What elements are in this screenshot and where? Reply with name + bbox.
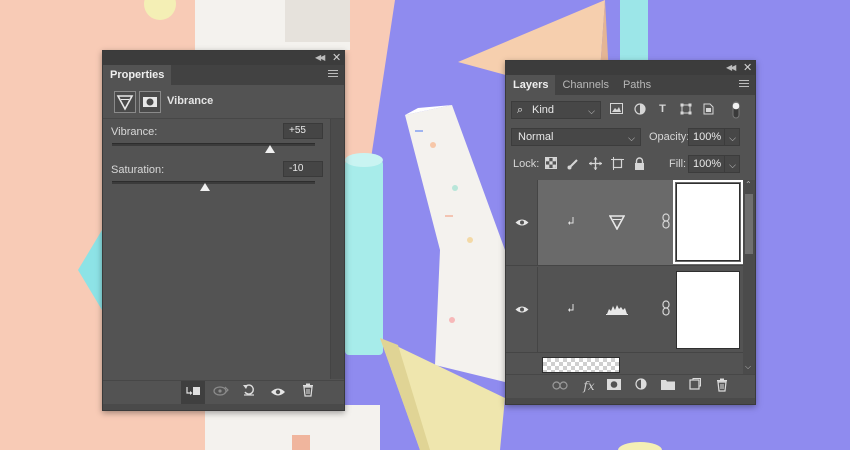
new-adjustment-layer-icon[interactable] [632, 378, 650, 394]
search-icon: ⌕ [517, 104, 524, 116]
layer-row-levels[interactable] [506, 267, 743, 353]
panel-resize-grip[interactable] [103, 404, 344, 410]
filter-adjustment-icon[interactable] [632, 103, 647, 116]
delete-icon[interactable] [296, 381, 320, 405]
collapse-panel-icon[interactable]: ◀◀ [726, 63, 736, 72]
opacity-value: 100% [693, 131, 722, 143]
properties-scrollbar[interactable] [330, 119, 344, 379]
layer-effects-icon[interactable]: fx [580, 378, 598, 394]
chevron-down-icon: ⌵ [628, 133, 635, 143]
chevron-down-icon: ⌵ [729, 133, 736, 143]
layer-visibility-toggle[interactable] [506, 354, 538, 374]
new-layer-icon[interactable] [686, 378, 704, 394]
tab-paths[interactable]: Paths [616, 75, 658, 95]
clipping-arrow-icon [568, 217, 576, 230]
delete-layer-icon[interactable] [713, 378, 731, 394]
opacity-dropdown[interactable]: ⌵ [724, 128, 740, 146]
new-group-icon[interactable] [659, 378, 677, 394]
eye-icon[interactable] [515, 305, 529, 314]
tab-channels[interactable]: Channels [555, 75, 615, 95]
panel-menu-icon[interactable] [328, 70, 338, 78]
layer-mask-thumbnail[interactable] [676, 271, 740, 349]
collapse-panel-icon[interactable]: ◀◀ [315, 53, 325, 62]
chain-link-icon[interactable] [662, 213, 670, 232]
layer-list [506, 180, 743, 374]
levels-layer-icon [606, 303, 628, 318]
saturation-slider-track[interactable] [112, 181, 315, 191]
panel-title-bar[interactable]: ◀◀ ✕ [506, 61, 755, 75]
lock-label: Lock: [513, 158, 540, 170]
lock-all-icon[interactable] [632, 157, 646, 171]
lock-row: Lock: Fill: 100% ⌵ [506, 155, 755, 175]
reset-icon[interactable] [237, 381, 261, 405]
vibrance-value-field[interactable]: +55 [283, 123, 323, 139]
tab-properties[interactable]: Properties [103, 65, 172, 85]
chevron-down-icon: ⌵ [729, 160, 736, 170]
layers-tabbar: Layers Channels Paths [506, 75, 755, 95]
add-mask-icon[interactable] [605, 378, 623, 394]
link-layers-icon[interactable] [551, 378, 569, 394]
vibrance-slider-thumb[interactable] [265, 145, 276, 153]
lock-image-pixels-icon[interactable] [566, 157, 580, 171]
layers-panel: ◀◀ ✕ Layers Channels Paths ⌕ Kind ⌵ T No… [505, 60, 756, 405]
fill-dropdown[interactable]: ⌵ [724, 155, 740, 173]
clipping-arrow-icon [568, 304, 576, 317]
fill-label: Fill: [669, 158, 687, 170]
layer-mask-icon[interactable] [139, 91, 161, 113]
visibility-icon[interactable] [266, 381, 290, 405]
filter-pixel-icon[interactable] [609, 103, 624, 116]
eye-icon[interactable] [515, 218, 529, 227]
properties-footer [103, 380, 344, 405]
view-previous-state-icon[interactable] [209, 381, 233, 405]
properties-panel: ◀◀ ✕ Properties Vibrance Vibrance: +55 S… [102, 50, 345, 411]
saturation-slider-thumb[interactable] [200, 183, 211, 191]
vibrance-layer-icon [608, 215, 626, 233]
opacity-label: Opacity: [649, 131, 690, 143]
layer-mask-thumbnail[interactable] [673, 180, 743, 264]
layer-thumbnail[interactable] [542, 357, 620, 373]
filter-kind-select[interactable]: ⌕ Kind ⌵ [511, 101, 601, 119]
layer-visibility-toggle[interactable] [506, 267, 538, 352]
layers-footer: fx [506, 374, 755, 396]
fill-value: 100% [693, 158, 722, 170]
blend-mode-select[interactable]: Normal ⌵ [511, 128, 641, 146]
panel-title-bar[interactable]: ◀◀ ✕ [103, 51, 344, 65]
adjustment-title: Vibrance [167, 95, 214, 107]
saturation-label: Saturation: [111, 164, 165, 176]
scroll-thumb[interactable] [745, 194, 753, 254]
blend-row: Normal ⌵ Opacity: 100% ⌵ [506, 128, 755, 148]
tab-layers[interactable]: Layers [506, 75, 556, 95]
scroll-down-icon[interactable]: ⌵ [745, 362, 751, 372]
vibrance-slider-track[interactable] [112, 143, 315, 153]
layers-scrollbar[interactable]: ⌃ ⌵ [743, 180, 755, 374]
scroll-up-icon[interactable]: ⌃ [745, 180, 752, 189]
panel-menu-icon[interactable] [739, 80, 749, 88]
close-panel-icon[interactable]: ✕ [332, 51, 341, 64]
panel-resize-grip[interactable] [506, 398, 755, 404]
chain-link-icon[interactable] [662, 300, 670, 319]
filter-smart-object-icon[interactable] [701, 103, 716, 116]
vibrance-label: Vibrance: [111, 126, 158, 138]
close-panel-icon[interactable]: ✕ [743, 61, 752, 74]
properties-header: Vibrance [103, 85, 344, 119]
layer-row-pixel[interactable] [506, 354, 743, 374]
filter-type-icon[interactable]: T [655, 103, 670, 116]
filter-kind-value: Kind [532, 104, 555, 116]
properties-tabbar: Properties [103, 65, 344, 85]
layer-visibility-toggle[interactable] [506, 180, 538, 265]
layer-filter-row: ⌕ Kind ⌵ T [506, 101, 755, 123]
blend-mode-value: Normal [518, 131, 554, 143]
vibrance-adjustment-icon[interactable] [114, 91, 136, 113]
lock-transparent-pixels-icon[interactable] [544, 157, 558, 171]
saturation-value-field[interactable]: -10 [283, 161, 323, 177]
filter-shape-icon[interactable] [678, 103, 693, 116]
chevron-down-icon: ⌵ [588, 106, 595, 116]
lock-artboard-icon[interactable] [610, 157, 624, 171]
layer-row-vibrance[interactable] [506, 180, 743, 266]
clip-to-layer-icon[interactable] [181, 381, 205, 405]
filter-toggle-icon[interactable] [728, 101, 743, 119]
lock-position-icon[interactable] [588, 157, 602, 171]
